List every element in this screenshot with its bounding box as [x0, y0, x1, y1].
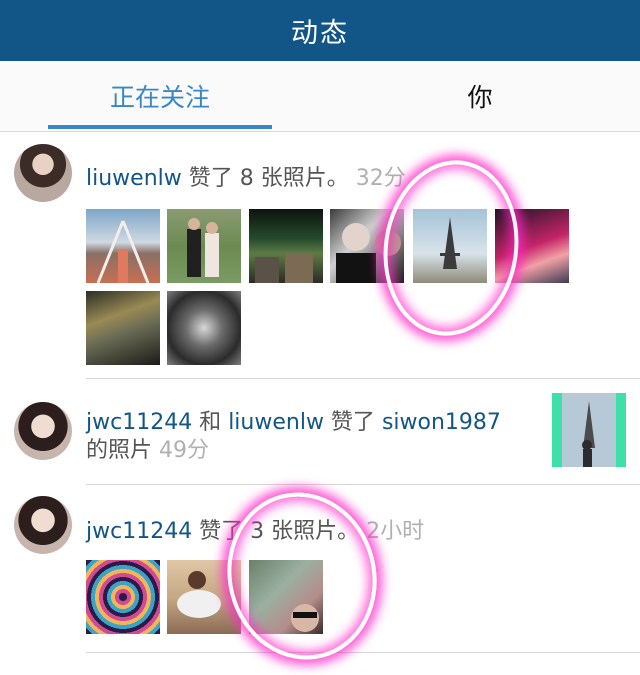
- username-link[interactable]: jwc11244: [86, 519, 192, 544]
- username-link[interactable]: liuwenlw: [86, 166, 182, 191]
- girl-photo[interactable]: [167, 560, 241, 634]
- action-text: 赞了: [323, 410, 382, 435]
- top-bar: 动态: [0, 0, 640, 61]
- eiffel-person-photo[interactable]: [552, 393, 626, 467]
- avatar[interactable]: [14, 496, 72, 554]
- divider: [86, 652, 640, 653]
- timestamp: 2小时: [366, 519, 425, 544]
- action-text: 赞了 3 张照片。: [192, 519, 360, 544]
- sunset-photo[interactable]: [495, 209, 569, 283]
- beach-photo[interactable]: [86, 291, 160, 365]
- activity-text: jwc11244 赞了 3 张照片。 2小时: [86, 513, 424, 545]
- man-photo[interactable]: [330, 209, 404, 283]
- divider: [86, 484, 640, 485]
- artwork-photo[interactable]: [167, 291, 241, 365]
- active-tab-indicator: [48, 125, 272, 129]
- username-link[interactable]: liuwenlw: [228, 410, 324, 435]
- aurora-photo[interactable]: [249, 209, 323, 283]
- activity-text-cont: 的照片 49分: [86, 432, 209, 464]
- tab-you[interactable]: 你: [320, 61, 640, 131]
- username-link[interactable]: siwon1987: [382, 410, 501, 435]
- divider: [86, 378, 640, 379]
- couple-photo[interactable]: [167, 209, 241, 283]
- tab-following[interactable]: 正在关注: [0, 61, 320, 131]
- selfie-photo[interactable]: [249, 560, 323, 634]
- boat-photo[interactable]: [86, 209, 160, 284]
- suffix-text: 的照片: [86, 438, 153, 463]
- timestamp: 49分: [159, 438, 210, 463]
- activity-text: liuwenlw 赞了 8 张照片。 32分: [86, 160, 406, 192]
- eiffel-photo[interactable]: [413, 209, 487, 283]
- action-text: 赞了 8 张照片。: [181, 166, 349, 191]
- avatar[interactable]: [14, 402, 72, 460]
- avatar[interactable]: [14, 144, 72, 202]
- page-title: 动态: [291, 18, 349, 49]
- tab-bar: 正在关注 你: [0, 61, 640, 132]
- timestamp: 32分: [355, 166, 406, 191]
- tunnel-photo[interactable]: [86, 560, 160, 634]
